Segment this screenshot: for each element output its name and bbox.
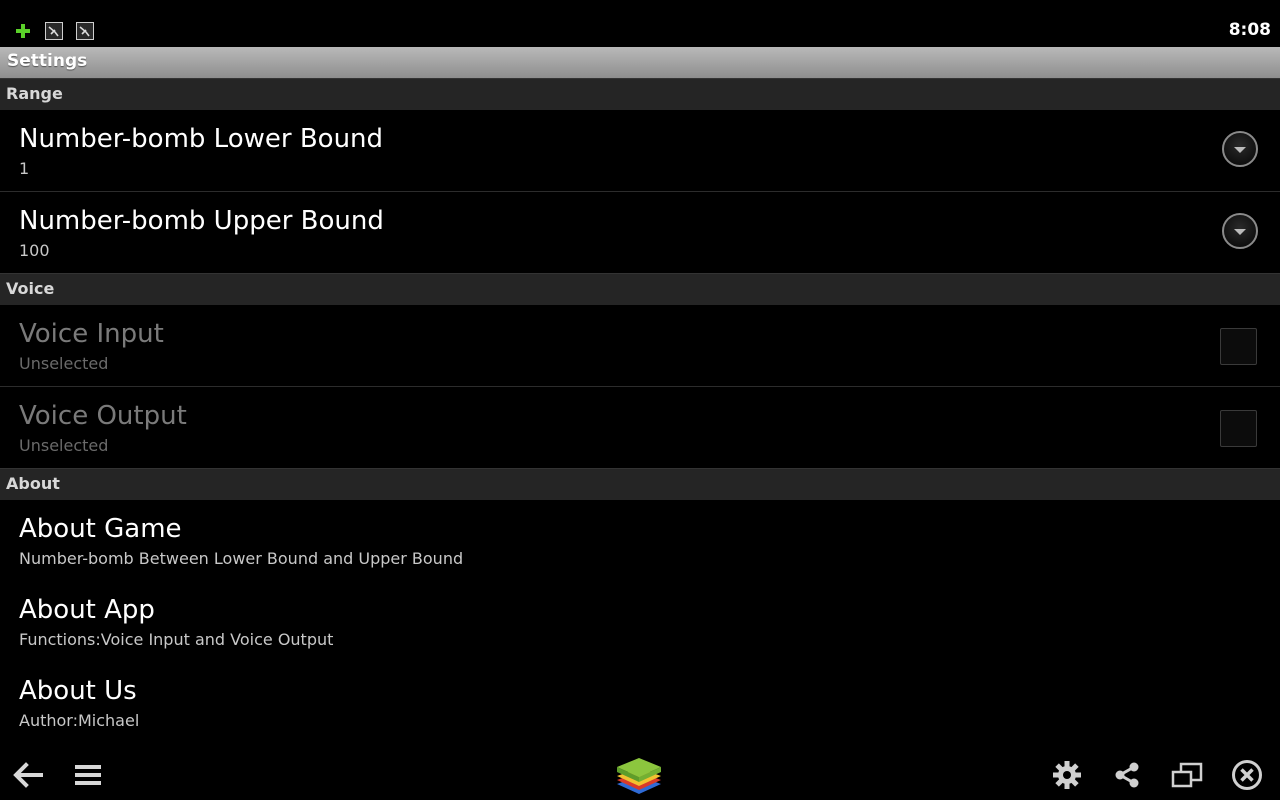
voice-input-checkbox[interactable] xyxy=(1220,328,1257,365)
notification-icon xyxy=(43,20,65,42)
pref-about-game[interactable]: About Game Number-bomb Between Lower Bou… xyxy=(0,500,1280,582)
pref-title: Voice Output xyxy=(19,401,187,431)
pref-title: About Game xyxy=(19,514,182,544)
pref-voice-input[interactable]: Voice Input Unselected xyxy=(0,305,1280,387)
pref-summary: 1 xyxy=(19,159,30,178)
voice-output-checkbox[interactable] xyxy=(1220,410,1257,447)
status-bar: 8:08 xyxy=(0,0,1280,47)
pref-summary: Unselected xyxy=(19,354,109,373)
pref-summary: Number-bomb Between Lower Bound and Uppe… xyxy=(19,549,464,568)
pref-voice-output[interactable]: Voice Output Unselected xyxy=(0,387,1280,469)
status-icons xyxy=(12,20,96,42)
pref-title: Number-bomb Lower Bound xyxy=(19,124,384,154)
add-icon xyxy=(12,20,34,42)
pref-summary: Unselected xyxy=(19,436,109,455)
pref-summary: Functions:Voice Input and Voice Output xyxy=(19,630,334,649)
app-logo-icon[interactable] xyxy=(613,753,665,799)
category-voice: Voice xyxy=(0,273,1280,306)
pref-title: Number-bomb Upper Bound xyxy=(19,206,384,236)
share-icon[interactable] xyxy=(1110,758,1144,792)
pref-title: About App xyxy=(19,595,155,625)
pref-upper-bound[interactable]: Number-bomb Upper Bound 100 xyxy=(0,192,1280,274)
pref-about-us[interactable]: About Us Author:Michael xyxy=(0,662,1280,734)
screen: 8:08 Settings Range Number-bomb Lower Bo… xyxy=(0,0,1280,800)
pref-about-app[interactable]: About App Functions:Voice Input and Voic… xyxy=(0,581,1280,663)
notification-icon xyxy=(74,20,96,42)
category-label: Range xyxy=(6,84,63,103)
pref-title: Voice Input xyxy=(19,319,164,349)
title-bar: Settings xyxy=(0,47,1280,79)
page-title: Settings xyxy=(7,51,88,71)
pref-summary: 100 xyxy=(19,241,50,260)
category-label: Voice xyxy=(6,279,55,298)
pref-lower-bound[interactable]: Number-bomb Lower Bound 1 xyxy=(0,110,1280,192)
close-icon[interactable] xyxy=(1230,758,1264,792)
category-about: About xyxy=(0,468,1280,501)
category-range: Range xyxy=(0,78,1280,111)
dropdown-arrow-icon[interactable] xyxy=(1222,213,1258,249)
settings-icon[interactable] xyxy=(1050,758,1084,792)
nav-bar xyxy=(0,745,1280,800)
pref-summary: Author:Michael xyxy=(19,711,140,730)
pref-title: About Us xyxy=(19,676,137,706)
category-label: About xyxy=(6,474,60,493)
dropdown-arrow-icon[interactable] xyxy=(1222,131,1258,167)
clock: 8:08 xyxy=(1228,20,1271,40)
window-icon[interactable] xyxy=(1170,758,1204,792)
menu-icon[interactable] xyxy=(71,758,105,792)
back-icon[interactable] xyxy=(10,758,44,792)
